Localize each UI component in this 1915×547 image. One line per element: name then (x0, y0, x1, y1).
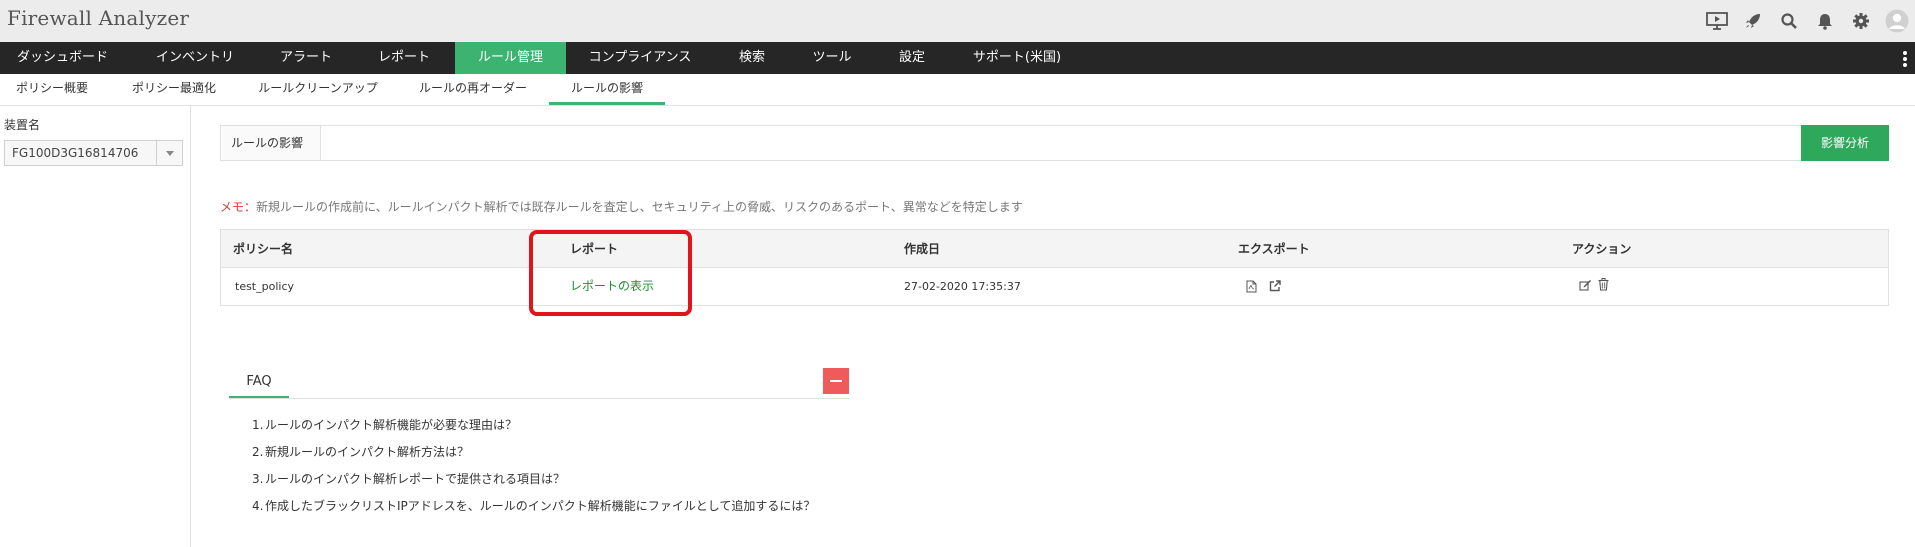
nav-reports[interactable]: レポート (358, 42, 450, 74)
device-select-value: FG100D3G16814706 (12, 146, 139, 160)
app-header: Firewall Analyzer (0, 0, 1915, 42)
nav-inventory[interactable]: インベントリ (133, 42, 257, 74)
header-icons (1705, 7, 1909, 35)
subnav-rule-cleanup[interactable]: ルールクリーンアップ (250, 74, 386, 105)
table-header: ポリシー名 レポート 作成日 エクスポート アクション (221, 230, 1888, 268)
header-action: アクション (1572, 242, 1632, 256)
faq-collapse-button[interactable] (823, 368, 849, 394)
rule-impact-label: ルールの影響 (221, 126, 321, 160)
faq-item-number: 3. (252, 472, 264, 486)
faq-item-number: 2. (252, 445, 264, 459)
bell-icon[interactable] (1813, 9, 1837, 33)
faq-list: 1. ルールのインパクト解析機能が必要な理由は？ 2. 新規ルールのインパクト解析方… (252, 417, 822, 525)
main-nav: ダッシュボード インベントリ アラート レポート ルール管理 コンプライアンス … (0, 42, 1915, 74)
faq-item-text: 新規ルールのインパクト解析方法は？ (265, 445, 470, 459)
chevron-down-icon[interactable] (156, 141, 182, 165)
device-label: 装置名 (4, 118, 41, 132)
faq-item-number: 4. (252, 499, 264, 513)
faq-item-number: 1. (252, 418, 264, 432)
header-policy-name: ポリシー名 (233, 242, 294, 256)
external-link-icon[interactable] (1269, 280, 1281, 293)
nav-dashboard[interactable]: ダッシュボード (0, 42, 125, 74)
table-row: test_policy レポートの表示 27-02-2020 17:35:37 (221, 268, 1888, 305)
nav-search[interactable]: 検索 (722, 42, 782, 74)
faq-item[interactable]: 4. 作成したブラックリストIPアドレスを、ルールのインパクト解析機能にファイルと… (252, 498, 822, 514)
user-avatar-icon[interactable] (1885, 9, 1909, 33)
rocket-icon[interactable] (1741, 9, 1765, 33)
pdf-export-icon[interactable] (1246, 280, 1258, 293)
header-report: レポート (570, 242, 619, 256)
policy-table: ポリシー名 レポート 作成日 エクスポート アクション test_policy … (220, 229, 1889, 306)
faq-item[interactable]: 2. 新規ルールのインパクト解析方法は？ (252, 444, 822, 460)
nav-tools[interactable]: ツール (802, 42, 862, 74)
header-export: エクスポート (1238, 242, 1310, 256)
memo-text: 新規ルールの作成前に、ルールインパクト解析では既存ルールを査定し、セキュリティ上… (256, 200, 1023, 214)
nav-support[interactable]: サポート(米国) (958, 42, 1076, 74)
nav-rule-management[interactable]: ルール管理 (455, 42, 566, 74)
view-report-link[interactable]: レポートの表示 (570, 268, 654, 305)
memo-note: メモ：新規ルールの作成前に、ルールインパクト解析では既存ルールを査定し、セキュリ… (220, 198, 1023, 215)
faq-divider (229, 398, 849, 399)
memo-label: メモ： (220, 200, 257, 214)
faq-item-text: ルールのインパクト解析レポートで提供される項目は？ (265, 472, 566, 486)
more-menu-icon[interactable] (1903, 51, 1907, 67)
faq-item-text: ルールのインパクト解析機能が必要な理由は？ (265, 418, 518, 432)
faq-tab[interactable]: FAQ (229, 371, 289, 399)
search-icon[interactable] (1777, 9, 1801, 33)
row-policy-name: test_policy (235, 280, 295, 293)
edit-icon[interactable] (1579, 279, 1591, 292)
subnav-rule-impact[interactable]: ルールの影響 (549, 74, 665, 105)
subnav-policy-overview[interactable]: ポリシー概要 (0, 74, 104, 105)
nav-settings[interactable]: 設定 (882, 42, 942, 74)
impact-analysis-button[interactable]: 影響分析 (1801, 125, 1889, 161)
gear-icon[interactable] (1849, 9, 1873, 33)
device-panel: 装置名 FG100D3G16814706 (0, 106, 191, 547)
trash-icon[interactable] (1598, 278, 1610, 291)
subnav-policy-optimization[interactable]: ポリシー最適化 (124, 74, 224, 105)
header-created: 作成日 (904, 242, 941, 256)
faq-item-text: 作成したブラックリストIPアドレスを、ルールのインパクト解析機能にファイルとして… (265, 499, 816, 513)
sub-nav: ポリシー概要 ポリシー最適化 ルールクリーンアップ ルールの再オーダー ルールの… (0, 74, 1915, 106)
row-created-date: 27-02-2020 17:35:37 (904, 280, 1021, 293)
subnav-rule-reorder[interactable]: ルールの再オーダー (408, 74, 538, 105)
device-select[interactable]: FG100D3G16814706 (4, 140, 183, 166)
faq-item[interactable]: 3. ルールのインパクト解析レポートで提供される項目は？ (252, 471, 822, 487)
app-title: Firewall Analyzer (7, 6, 190, 30)
rule-impact-bar: ルールの影響 影響分析 (220, 125, 1889, 161)
rule-impact-input[interactable] (322, 126, 1800, 160)
nav-compliance[interactable]: コンプライアンス (574, 42, 706, 74)
presentation-icon[interactable] (1705, 9, 1729, 33)
nav-alerts[interactable]: アラート (255, 42, 357, 74)
faq-item[interactable]: 1. ルールのインパクト解析機能が必要な理由は？ (252, 417, 822, 433)
